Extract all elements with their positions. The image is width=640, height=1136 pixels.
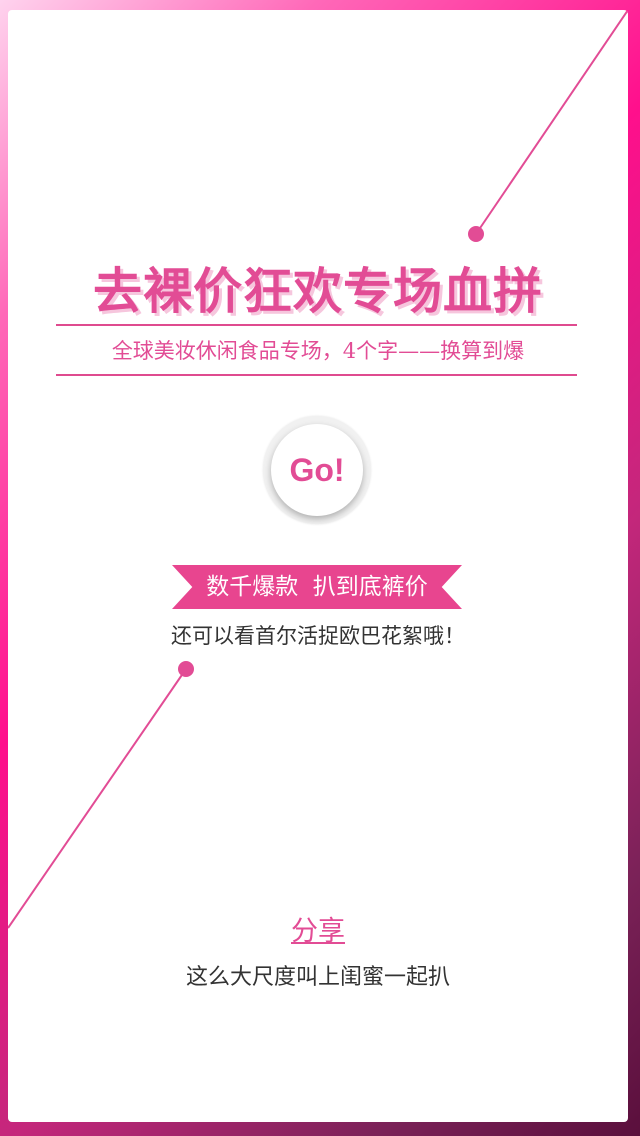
title-bottom-divider xyxy=(56,374,577,376)
page-subtitle: 全球美妆休闲食品专场，4个字——换算到爆 xyxy=(111,339,525,363)
top-right-line xyxy=(475,10,628,235)
share-note: 这么大尺度叫上闺蜜一起扒 xyxy=(185,965,450,990)
promo-text: 还可以看首尔活捉欧巴花絮哦！ xyxy=(171,624,465,648)
title-top-divider xyxy=(56,324,577,326)
go-button-ring: Go! xyxy=(263,416,371,524)
bottom-line-dot xyxy=(178,661,194,677)
share-link[interactable]: 分享 xyxy=(278,910,358,954)
go-button[interactable]: Go! xyxy=(271,424,363,516)
page-title: 去裸价狂欢专场血拼 xyxy=(92,262,543,320)
top-line-dot xyxy=(468,226,484,242)
bottom-left-line xyxy=(8,668,187,929)
promo-ribbon: 数千爆款 扒到底裤价 xyxy=(172,565,462,609)
card-frame: 去裸价狂欢专场血拼 全球美妆休闲食品专场，4个字——换算到爆 Go! 数千爆款 … xyxy=(8,10,628,1122)
